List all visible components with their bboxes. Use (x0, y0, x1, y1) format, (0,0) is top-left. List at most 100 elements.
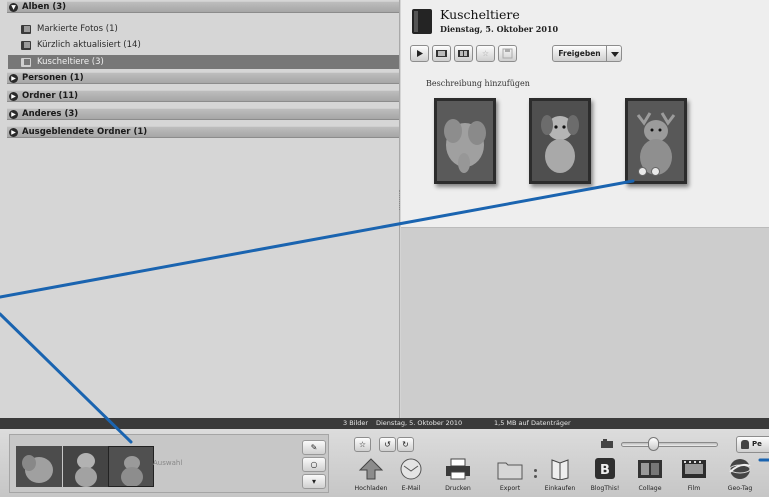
geotag-globe-icon (729, 459, 751, 479)
category-label: Ausgeblendete Ordner (1) (22, 127, 148, 137)
rotate-left-button[interactable]: ↺ (379, 437, 396, 452)
action-label: Collage (638, 485, 662, 492)
collapsed-triangle-icon[interactable]: ▶ (9, 92, 18, 101)
collage-icon (458, 50, 469, 57)
star-icon: ☆ (481, 49, 490, 58)
library-sidebar: ▼ Alben (3) Markierte Fotos (1) Kürzlich… (0, 0, 400, 418)
tray-show-selection-button[interactable]: ○ (302, 457, 326, 472)
tray-selection-label: Auswahl (153, 459, 183, 467)
album-item-marked[interactable]: Markierte Fotos (1) (8, 22, 399, 36)
action-label: BlogThis! (590, 485, 620, 492)
album-detail-panel: Kuscheltiere Dienstag, 5. Oktober 2010 ☆… (401, 0, 769, 228)
export-button[interactable]: Export (490, 458, 530, 495)
rotate-left-icon: ↺ (384, 440, 391, 449)
tray-thumbnail[interactable] (16, 446, 62, 487)
blogger-icon: B (595, 458, 615, 479)
pin-icon: ✎ (310, 443, 318, 452)
category-people[interactable]: ▶ Personen (1) (7, 72, 399, 84)
album-photo-thumbnail[interactable] (434, 98, 496, 184)
zoom-thumbnails-icon (601, 439, 613, 448)
blogthis-button[interactable]: B BlogThis! (585, 458, 625, 495)
bottom-toolbar: Auswahl ✎ ○ ▾ ☆ ↺ ↻ Pe Hochladen E-Mail … (0, 429, 769, 497)
add-description-link[interactable]: Beschreibung hinzufügen (426, 79, 530, 88)
album-book-icon (21, 41, 31, 50)
geotag-button[interactable]: Geo-Tag (720, 458, 760, 495)
album-book-icon (21, 58, 31, 67)
plush-dog-image (63, 446, 109, 487)
album-photo-thumbnail[interactable] (529, 98, 591, 184)
play-icon (417, 50, 423, 57)
star-rating-button[interactable]: ☆ (354, 437, 371, 452)
action-label: Film (687, 485, 701, 492)
shop-button[interactable]: Einkaufen (540, 458, 580, 495)
upload-icon (358, 458, 384, 480)
album-item-kuscheltiere[interactable]: Kuscheltiere (3) (8, 55, 399, 69)
share-button[interactable]: Freigeben (552, 45, 607, 62)
svg-text:B: B (600, 463, 610, 478)
print-icon (446, 458, 470, 480)
save-disk-icon (502, 48, 513, 59)
collage-button[interactable]: Collage (630, 458, 670, 495)
status-disk-size: 1,5 MB auf Datenträger (494, 419, 571, 427)
shop-book-icon (551, 459, 569, 481)
collapsed-triangle-icon[interactable]: ▶ (9, 128, 18, 137)
status-photo-count: 3 Bilder (343, 419, 369, 427)
toolbar-separator (533, 467, 537, 481)
tray-thumbnail[interactable] (63, 446, 109, 487)
share-dropdown-chevron-icon[interactable] (606, 45, 622, 62)
export-movie-button[interactable] (432, 45, 451, 62)
slideshow-play-button[interactable] (410, 45, 429, 62)
upload-button[interactable]: Hochladen (351, 458, 391, 495)
plush-dog-image (532, 101, 588, 181)
print-button[interactable]: Drucken (438, 458, 478, 495)
collapsed-triangle-icon[interactable]: ▶ (9, 110, 18, 119)
export-folder-icon (497, 462, 523, 480)
photo-tray: Auswahl ✎ ○ ▾ (9, 434, 329, 493)
zoom-slider-track[interactable] (621, 442, 718, 447)
film-strip-icon (436, 50, 447, 57)
film-icon (682, 460, 706, 478)
album-book-icon (21, 25, 31, 34)
tray-thumbnail-selected[interactable] (108, 446, 154, 487)
album-photo-thumbnail-selected[interactable] (625, 98, 687, 184)
action-label: Einkaufen (544, 485, 576, 492)
category-folders[interactable]: ▶ Ordner (11) (7, 90, 399, 102)
album-book-icon (412, 9, 432, 34)
star-button[interactable]: ☆ (476, 45, 495, 62)
film-button[interactable]: Film (674, 458, 714, 495)
email-button[interactable]: E-Mail (391, 458, 431, 495)
circle-icon: ○ (310, 460, 318, 469)
action-label: Geo-Tag (727, 485, 753, 492)
people-button[interactable]: Pe (736, 436, 769, 453)
rotate-right-button[interactable]: ↻ (397, 437, 414, 452)
action-label: Drucken (445, 485, 471, 492)
email-icon (400, 458, 422, 480)
album-item-recent[interactable]: Kürzlich aktualisiert (14) (8, 38, 399, 52)
plush-elephant-image (437, 101, 493, 181)
expanded-triangle-icon[interactable]: ▼ (9, 3, 18, 12)
people-button-label: Pe (752, 440, 762, 448)
category-other[interactable]: ▶ Anderes (3) (7, 108, 399, 120)
album-label: Kürzlich aktualisiert (14) (37, 40, 141, 50)
category-label: Anderes (3) (22, 109, 79, 119)
category-label: Ordner (11) (22, 91, 79, 101)
status-date: Dienstag, 5. Oktober 2010 (376, 419, 463, 427)
info-badge-icon[interactable] (651, 167, 660, 176)
save-button[interactable] (498, 45, 517, 62)
plush-elephant-image (16, 446, 62, 487)
tray-album-menu-button[interactable]: ▾ (302, 474, 326, 489)
pin-tray-button[interactable]: ✎ (302, 440, 326, 455)
album-date: Dienstag, 5. Oktober 2010 (440, 24, 559, 34)
create-collage-button[interactable] (454, 45, 473, 62)
plush-moose-image (109, 447, 153, 486)
zoom-slider-knob[interactable] (648, 437, 659, 451)
category-label: Alben (3) (22, 2, 67, 12)
category-albums[interactable]: ▼ Alben (3) (7, 1, 399, 13)
category-hidden-folders[interactable]: ▶ Ausgeblendete Ordner (1) (7, 126, 399, 138)
star-icon: ☆ (358, 440, 367, 449)
album-title: Kuscheltiere (440, 7, 520, 22)
album-label: Markierte Fotos (1) (37, 24, 118, 34)
rotate-right-icon: ↻ (402, 440, 409, 449)
tag-badge-icon[interactable] (638, 167, 647, 176)
collapsed-triangle-icon[interactable]: ▶ (9, 74, 18, 83)
